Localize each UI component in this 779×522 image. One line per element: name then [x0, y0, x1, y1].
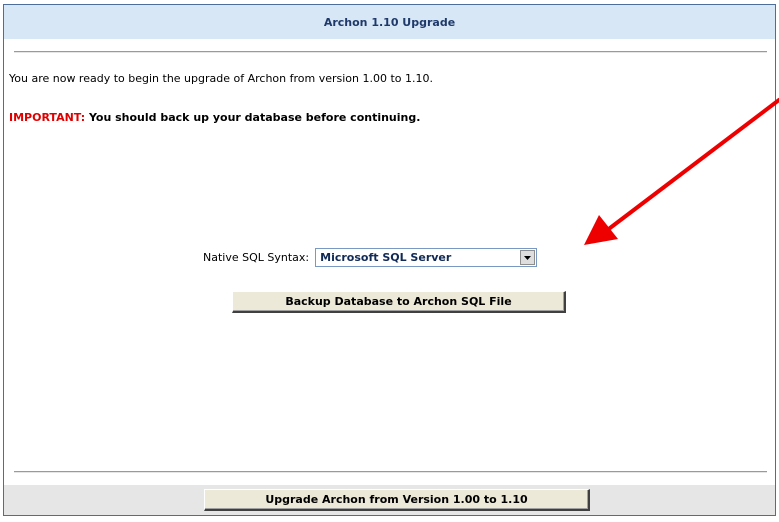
important-label: IMPORTANT:	[9, 111, 86, 124]
upgrade-archon-button[interactable]: Upgrade Archon from Version 1.00 to 1.10	[204, 489, 590, 511]
sql-syntax-select[interactable]: Microsoft SQL Server	[315, 248, 538, 267]
important-text: You should back up your database before …	[85, 111, 421, 124]
chevron-down-icon[interactable]	[520, 250, 536, 265]
footer-bar: Upgrade Archon from Version 1.00 to 1.10	[4, 485, 775, 515]
top-divider	[14, 51, 767, 53]
sql-syntax-row: Native SQL Syntax: Microsoft SQL Server	[203, 248, 538, 267]
sql-syntax-label: Native SQL Syntax:	[203, 251, 310, 264]
page-title: Archon 1.10 Upgrade	[323, 15, 456, 29]
header-bar: Archon 1.10 Upgrade	[4, 5, 775, 39]
sql-syntax-selected-value: Microsoft SQL Server	[320, 251, 452, 264]
upgrade-window: Archon 1.10 Upgrade You are now ready to…	[3, 4, 776, 516]
intro-text: You are now ready to begin the upgrade o…	[9, 72, 434, 85]
backup-database-button[interactable]: Backup Database to Archon SQL File	[232, 291, 566, 313]
important-notice: IMPORTANT: You should back up your datab…	[9, 111, 420, 124]
bottom-divider	[14, 471, 767, 473]
